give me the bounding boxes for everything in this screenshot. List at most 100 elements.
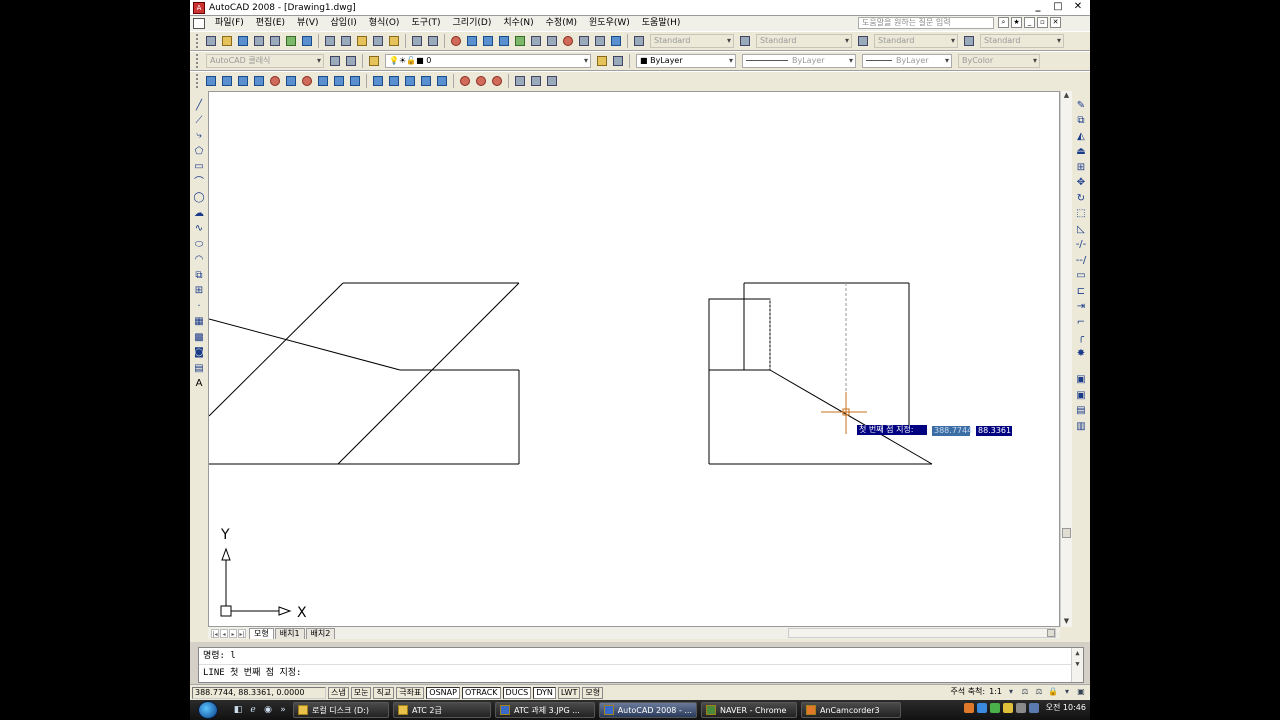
task-chrome[interactable]: NAVER - Chrome [701,702,797,718]
menu-edit[interactable]: 편집(E) [250,16,291,31]
union-icon[interactable] [458,74,472,88]
paste-icon[interactable] [355,34,369,48]
auto-scale-icon[interactable]: ⚖ [1034,687,1044,697]
last-tab-icon[interactable]: ▸| [238,628,246,638]
explode-icon[interactable]: ✸ [1075,348,1087,360]
cone-icon[interactable] [252,74,266,88]
grid-toggle[interactable]: 모눈 [350,686,372,699]
minimize-button[interactable]: _ [1032,1,1044,13]
stretch-icon[interactable]: ◺ [1075,224,1087,236]
intersect-icon[interactable] [490,74,504,88]
ie-icon[interactable]: ℯ [247,704,259,716]
lineweight-select[interactable]: ByLayer [862,54,952,68]
torus-icon[interactable] [300,74,314,88]
layer-manager-icon[interactable] [367,54,381,68]
gradient-icon[interactable]: ▩ [193,332,205,344]
3d-move-icon[interactable] [513,74,527,88]
osnap-toggle[interactable]: OSNAP [426,686,460,699]
document-icon[interactable] [193,18,205,29]
taskbar-clock[interactable]: 오전 10:46 [1046,702,1086,713]
toolbar-grip[interactable] [196,54,200,68]
menu-insert[interactable]: 삽입(I) [325,16,363,31]
cut-icon[interactable] [323,34,337,48]
quick-launch-more-icon[interactable]: » [277,704,289,716]
table-icon[interactable]: ▤ [193,363,205,375]
mtext-icon[interactable]: A [193,378,205,390]
new-icon[interactable] [204,34,218,48]
arc-icon[interactable]: ⌒ [193,177,205,189]
erase-icon[interactable]: ✎ [1075,100,1087,112]
annotation-visibility-icon[interactable]: ⚖ [1020,687,1030,697]
start-button[interactable] [198,701,218,719]
bring-above-icon[interactable]: ▤ [1075,405,1087,417]
3d-rotate-icon[interactable] [529,74,543,88]
chrome-quick-icon[interactable]: ◉ [262,704,274,716]
toolbar-grip[interactable] [196,34,200,48]
doc-restore-button[interactable]: ▫ [1037,17,1048,28]
menu-help[interactable]: 도움말(H) [636,16,687,31]
array-icon[interactable]: ⊞ [1075,162,1087,174]
properties-icon[interactable] [513,34,527,48]
layer-previous-icon[interactable] [611,54,625,68]
task-local-disk[interactable]: 로컬 디스크 (D:) [293,702,389,718]
calculator-icon[interactable] [593,34,607,48]
hatch-icon[interactable]: ▦ [193,316,205,328]
tab-model[interactable]: 모형 [249,627,274,639]
dyn-toggle[interactable]: DYN [533,686,556,699]
subtract-icon[interactable] [474,74,488,88]
revision-cloud-icon[interactable]: ☁ [193,208,205,220]
first-tab-icon[interactable]: |◂ [211,628,219,638]
vertical-scrollbar[interactable]: ▲ ▼ [1060,91,1072,627]
revolve-icon[interactable] [419,74,433,88]
ortho-toggle[interactable]: 직교 [373,686,395,699]
join-icon[interactable]: ⇥ [1075,301,1087,313]
print-icon[interactable] [252,34,266,48]
pyramid-icon[interactable] [316,74,330,88]
horizontal-scrollbar[interactable] [788,628,1056,638]
task-image-viewer[interactable]: ATC 과제 3.JPG ... [495,702,595,718]
line-icon[interactable]: ╱ [193,100,205,112]
break-icon[interactable]: ⊏ [1075,286,1087,298]
table-style-icon[interactable] [856,34,870,48]
tab-layout2[interactable]: 배치2 [305,627,336,639]
task-ancamcorder[interactable]: AnCamcorder3 [801,702,901,718]
cylinder-icon[interactable] [284,74,298,88]
task-atc-folder[interactable]: ATC 2급 [393,702,491,718]
help-search-input[interactable]: 도움말을 원하는 질문 입력 [858,17,994,29]
linetype-select[interactable]: ByLayer [742,54,856,68]
3d-dwf-icon[interactable] [300,34,314,48]
prev-tab-icon[interactable]: ◂ [220,628,228,638]
box-icon[interactable] [220,74,234,88]
tray-app-icon[interactable] [963,702,974,713]
workspace-settings-icon[interactable] [328,54,342,68]
chamfer-icon[interactable]: ⌐ [1075,317,1087,329]
wedge-icon[interactable] [236,74,250,88]
make-current-layer-icon[interactable] [595,54,609,68]
copy-icon[interactable] [339,34,353,48]
menu-draw[interactable]: 그리기(D) [447,16,498,31]
doc-close-button[interactable]: ✕ [1050,17,1061,28]
workspace-select[interactable]: AutoCAD 클래식 [206,54,324,68]
command-prompt[interactable]: LINE 첫 번째 점 지정: [199,664,1083,680]
planar-surface-icon[interactable] [348,74,362,88]
tray-volume-icon[interactable] [1028,702,1039,713]
task-autocad[interactable]: AutoCAD 2008 - ... [599,702,697,718]
circle-icon[interactable]: ◯ [193,192,205,204]
tab-layout1[interactable]: 배치1 [274,627,305,639]
zoom-previous-icon[interactable] [497,34,511,48]
point-icon[interactable]: · [193,301,205,313]
command-line[interactable]: 명령: l LINE 첫 번째 점 지정: ▲ ▼ [198,647,1084,683]
vertical-scroll-thumb[interactable] [1062,528,1071,538]
toolbar-lock-icon[interactable]: 🔒 [1048,687,1058,697]
loft-icon[interactable] [435,74,449,88]
region-icon[interactable]: ◙ [193,347,205,359]
ellipse-icon[interactable]: ⬭ [193,239,205,251]
table-style-select[interactable]: Standard [874,34,958,48]
undo-icon[interactable] [410,34,424,48]
copy-object-icon[interactable]: ⧉ [1075,115,1087,127]
preview-icon[interactable] [268,34,282,48]
markup-icon[interactable] [577,34,591,48]
insert-block-icon[interactable]: ⧉ [193,270,205,282]
status-menu-icon[interactable]: ▾ [1062,687,1072,697]
save-icon[interactable] [236,34,250,48]
